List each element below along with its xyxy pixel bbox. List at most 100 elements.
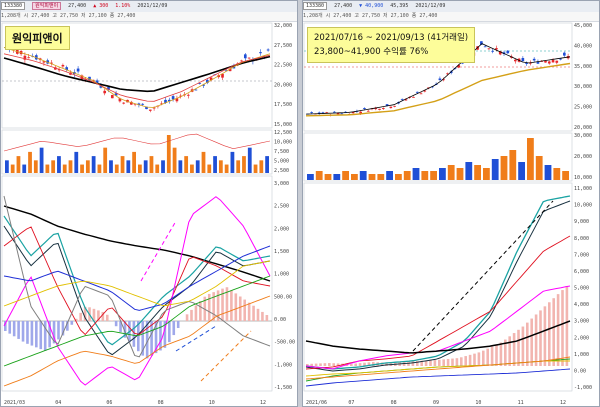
right-volume-axis-tick-0: 30,000	[574, 133, 592, 139]
right-macd-histogram-bar	[490, 346, 494, 366]
right-chart-pane: 133380 27,400 ▼ 40,900 45,395 2021/12/09…	[302, 0, 600, 407]
right-volume-bar	[395, 174, 402, 180]
left-price-axis-tick-0: 32,000	[274, 23, 292, 29]
right-oscillator-axis-tick-1: 10,000	[574, 203, 592, 209]
right-candle	[412, 96, 415, 98]
left-candle	[243, 54, 247, 59]
left-stock-code[interactable]: 133380	[1, 2, 26, 10]
left-volume-bar	[201, 151, 206, 173]
left-volume-bar	[224, 164, 229, 173]
right-volume-bar	[509, 150, 517, 180]
right-candle	[551, 59, 555, 63]
left-volume-bar	[247, 147, 252, 173]
right-macd-histogram-bar	[438, 359, 441, 366]
right-volume-bar	[465, 162, 473, 180]
right-macd-histogram-bar	[517, 329, 520, 366]
right-macd-histogram-bar	[310, 363, 313, 366]
right-volume-bar	[535, 156, 543, 180]
right-macd-histogram-bar	[319, 363, 322, 366]
left-volume-axis-tick-4: 2,500	[274, 168, 289, 174]
left-macd-histogram-bar	[12, 321, 16, 337]
left-volume-bar	[213, 156, 217, 173]
left-oscillator-axis-tick-9: -1,500	[274, 385, 292, 391]
right-candle	[483, 46, 487, 48]
right-volume-bar	[439, 168, 446, 180]
left-volume-bar	[57, 156, 61, 173]
right-macd-histogram-bar	[323, 363, 327, 366]
left-volume-bar	[172, 147, 177, 173]
right-macd-histogram-bar	[495, 344, 498, 366]
left-macd-histogram-bar	[176, 321, 180, 329]
left-oscillator-axis-tick-2: 2,000	[274, 226, 289, 232]
left-volume-bar	[62, 164, 67, 173]
right-moving-average-line	[305, 62, 571, 117]
right-candle	[547, 61, 551, 64]
left-candle	[259, 52, 262, 54]
right-chart-canvas[interactable]: 45,000 40,000 35,000 30,000 25,000 20,000 30,0…	[303, 21, 600, 407]
right-oscillator-axis-tick-4: 7,000	[574, 252, 589, 258]
left-volume-bar	[74, 151, 79, 173]
right-volume-bar	[315, 171, 323, 180]
left-oscillator-axis-tick-4: 1,000	[274, 272, 289, 278]
left-stock-tab[interactable]: 원익피앤이	[32, 2, 62, 10]
right-candle	[521, 58, 525, 62]
left-candle	[247, 57, 251, 59]
right-oscillator-axis-tick-6: 5,000	[574, 286, 589, 292]
right-volume-bar	[421, 171, 429, 180]
left-volume-bar	[22, 164, 27, 173]
right-macd-histogram-bar	[442, 359, 445, 366]
right-date-axis-tick-0: 2021/06	[306, 400, 327, 406]
right-date-axis-tick-2: 08	[391, 400, 397, 406]
right-macd-histogram-bar	[556, 294, 560, 366]
right-volume-bar	[500, 156, 508, 180]
right-oscillator-axis-tick-12: -1,000	[574, 385, 592, 391]
right-candle	[495, 48, 498, 50]
right-volume-bar	[403, 171, 411, 180]
right-candle	[487, 48, 491, 50]
right-volume-bar	[386, 171, 393, 180]
right-candle	[532, 58, 536, 61]
right-date-axis-tick-4: 10	[475, 400, 481, 406]
left-volume-bar	[195, 160, 200, 173]
left-macd-histogram-bar	[243, 299, 246, 321]
left-macd-histogram-bar	[26, 321, 29, 344]
left-rate: 1.10%	[115, 3, 131, 9]
right-volume-axis-tick-1: 20,000	[574, 154, 592, 160]
left-oscillator-axis-tick-5: 500.00	[274, 294, 292, 300]
right-volume-axis-tick-2: 10,000	[574, 175, 592, 181]
right-volume-bar	[544, 165, 552, 180]
left-volume-bar	[265, 156, 269, 173]
right-candle	[544, 60, 547, 63]
right-change: ▼ 40,900	[359, 3, 384, 9]
left-volume-bar	[218, 160, 223, 173]
left-oscillator-axis-tick-7: -500.00	[274, 340, 295, 346]
left-price: 27,400	[68, 3, 87, 9]
right-macd-histogram-bar	[499, 342, 503, 366]
left-date-axis-tick-2: 06	[106, 400, 112, 406]
right-macd-histogram-bar	[468, 354, 472, 366]
right-stock-code[interactable]: 133380	[303, 2, 328, 10]
left-volume-axis-tick-1: 10,000	[274, 140, 292, 146]
left-macd-histogram-bar	[70, 321, 74, 325]
right-volume-bar	[351, 174, 358, 180]
left-volume-bar	[85, 160, 90, 173]
right-macd-histogram-bar	[565, 286, 569, 366]
left-candle	[110, 95, 114, 99]
right-volume-bar	[483, 168, 490, 180]
left-chart-canvas[interactable]: 32,000 27,500 22,500 20,000 17,500 15,000 12,5…	[1, 21, 298, 407]
right-volume-bar	[412, 168, 420, 180]
left-candle	[141, 103, 145, 105]
right-candle	[438, 78, 442, 81]
left-date-axis-tick-4: 10	[209, 400, 215, 406]
right-price-axis-tick-2: 35,000	[574, 64, 592, 70]
left-macd-histogram-bar	[35, 321, 38, 348]
right-macd-histogram-bar	[548, 302, 551, 366]
left-macd-histogram-bar	[43, 321, 47, 351]
right-volume-bar	[430, 171, 437, 180]
right-volume-bar	[447, 165, 455, 180]
left-candle	[103, 90, 107, 94]
left-macd-histogram-bar	[39, 321, 43, 350]
right-oscillator-axis-tick-7: 4,000	[574, 302, 589, 308]
left-candle	[266, 49, 270, 51]
left-volume-bar	[155, 164, 160, 173]
